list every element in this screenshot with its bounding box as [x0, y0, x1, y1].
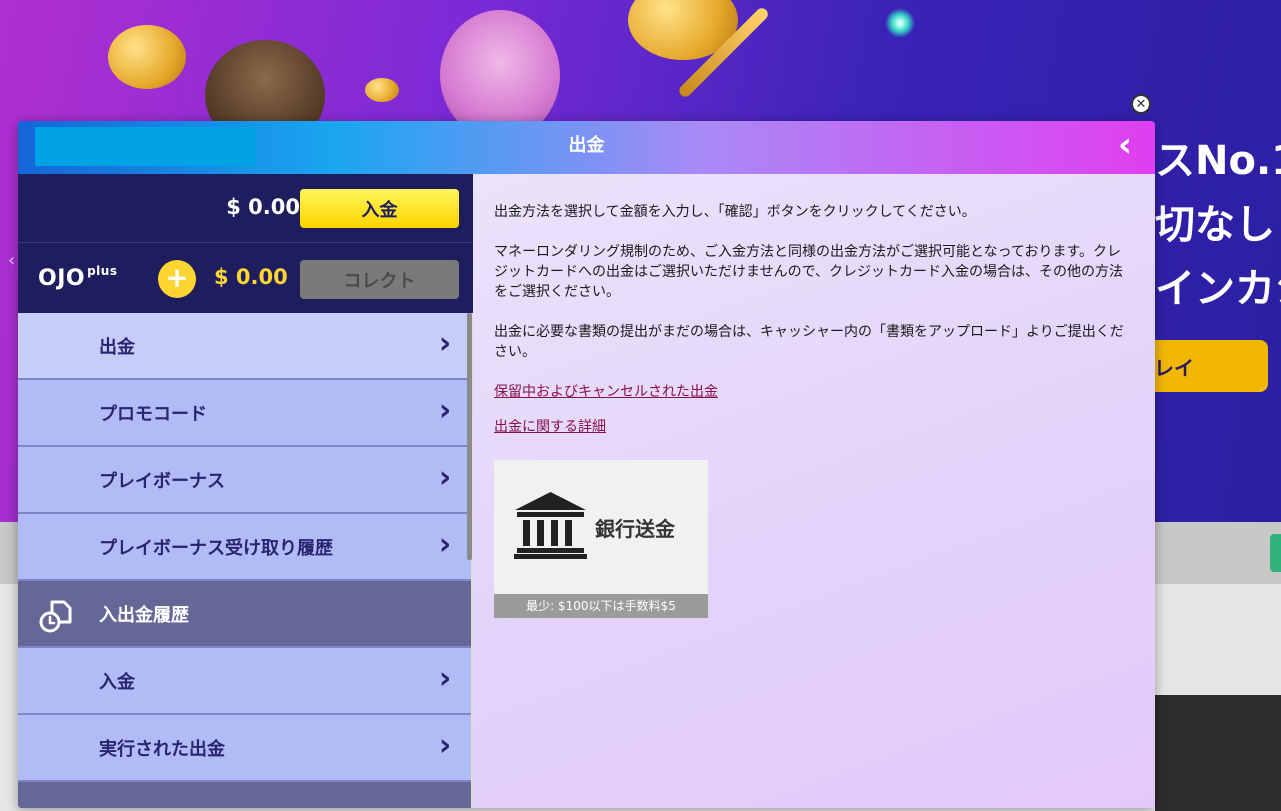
method-fee-note: 最少: $100以下は手数料$5	[494, 594, 708, 618]
menu-section-label: 入出金履歴	[99, 604, 189, 626]
instruction-text: 出金方法を選択して金額を入力し、「確認」ボタンをクリックしてください。	[494, 204, 976, 220]
transaction-history-icon	[39, 600, 72, 633]
menu-item-label: プレイボーナス	[99, 470, 225, 492]
menu-item-label: プレイボーナス受け取り履歴	[99, 537, 333, 559]
menu-item-promo-code[interactable]: プロモコード ›	[18, 380, 471, 447]
ojo-balance: $ 0.00	[214, 265, 288, 289]
menu-item-executed-withdrawals[interactable]: 実行された出金 ›	[18, 715, 471, 782]
chevron-right-icon: ›	[438, 661, 452, 696]
menu-scrollbar-thumb[interactable]	[467, 313, 472, 560]
cashier-modal: 出金 ‹ $ 0.00 入金 OJO plus + $ 0.00 コレクト 出金 …	[18, 121, 1155, 808]
bank-transfer-method[interactable]: 銀行送金 最少: $100以下は手数料$5	[494, 460, 708, 618]
withdraw-content: 出金方法を選択して金額を入力し、「確認」ボタンをクリックしてください。 マネーロ…	[473, 174, 1155, 808]
content-links: 保留中およびキャンセルされた出金 出金に関する詳細	[494, 382, 1135, 437]
chevron-right-icon: ›	[438, 728, 452, 763]
carousel-prev-icon[interactable]: ‹	[8, 250, 15, 271]
banner-headline: スNo.1	[1155, 138, 1281, 184]
plus-icon[interactable]: +	[158, 260, 196, 298]
cashier-sidebar: $ 0.00 入金 OJO plus + $ 0.00 コレクト 出金 › プロモ…	[18, 174, 473, 808]
chevron-right-icon: ›	[438, 527, 452, 562]
menu-item-label: 出金	[99, 336, 135, 358]
chevron-right-icon: ›	[438, 326, 452, 361]
sparkle-decoration	[885, 8, 915, 38]
ojo-plus-logo: OJO plus	[38, 264, 117, 291]
pending-withdrawals-link[interactable]: 保留中およびキャンセルされた出金	[494, 382, 1135, 402]
method-label: 銀行送金	[595, 517, 675, 541]
withdraw-details-link[interactable]: 出金に関する詳細	[494, 417, 1135, 437]
background-thumbnail	[1155, 695, 1281, 811]
cash-balance: $ 0.00	[226, 195, 300, 219]
aml-notice-text: マネーロンダリング規制のため、ご入金方法と同様の出金方法がご選択可能となっており…	[494, 244, 1124, 300]
menu-section-next[interactable]	[18, 782, 471, 808]
deposit-button[interactable]: 入金	[300, 189, 459, 228]
cashier-menu: 出金 › プロモコード › プレイボーナス › プレイボーナス受け取り履歴 ›	[18, 313, 471, 808]
coin-decoration	[108, 25, 186, 89]
menu-item-withdraw[interactable]: 出金 ›	[18, 313, 471, 380]
background-tab	[1270, 534, 1281, 572]
menu-item-play-bonus-history[interactable]: プレイボーナス受け取り履歴 ›	[18, 514, 471, 581]
bank-icon	[514, 492, 587, 559]
chevron-right-icon: ›	[438, 393, 452, 428]
menu-item-label: 入金	[99, 671, 135, 693]
chevron-left-icon[interactable]: ‹	[1113, 128, 1137, 165]
modal-header: 出金 ‹	[18, 121, 1155, 174]
banner-headline: 切なし	[1155, 202, 1275, 248]
menu-item-label: プロモコード	[99, 403, 207, 425]
chevron-right-icon: ›	[438, 460, 452, 495]
close-circle-icon[interactable]: ✕	[1131, 94, 1151, 114]
ojo-plus-row: OJO plus + $ 0.00 コレクト	[18, 244, 473, 313]
menu-section-transaction-history[interactable]: 入出金履歴	[18, 581, 471, 648]
modal-title: 出金	[568, 135, 605, 156]
ojo-brand: OJO	[38, 266, 86, 291]
documents-notice-text: 出金に必要な書類の提出がまだの場合は、キャッシャー内の「書類をアップロード」より…	[494, 324, 1124, 360]
menu-item-label: 実行された出金	[99, 738, 225, 760]
menu-item-deposit-history[interactable]: 入金 ›	[18, 648, 471, 715]
menu-item-play-bonus[interactable]: プレイボーナス ›	[18, 447, 471, 514]
coin-decoration	[365, 78, 399, 102]
ojo-suffix: plus	[87, 264, 118, 278]
banner-headline: インカジ	[1155, 266, 1281, 312]
collect-button[interactable]: コレクト	[300, 260, 459, 299]
cash-balance-row: $ 0.00 入金	[18, 174, 473, 243]
